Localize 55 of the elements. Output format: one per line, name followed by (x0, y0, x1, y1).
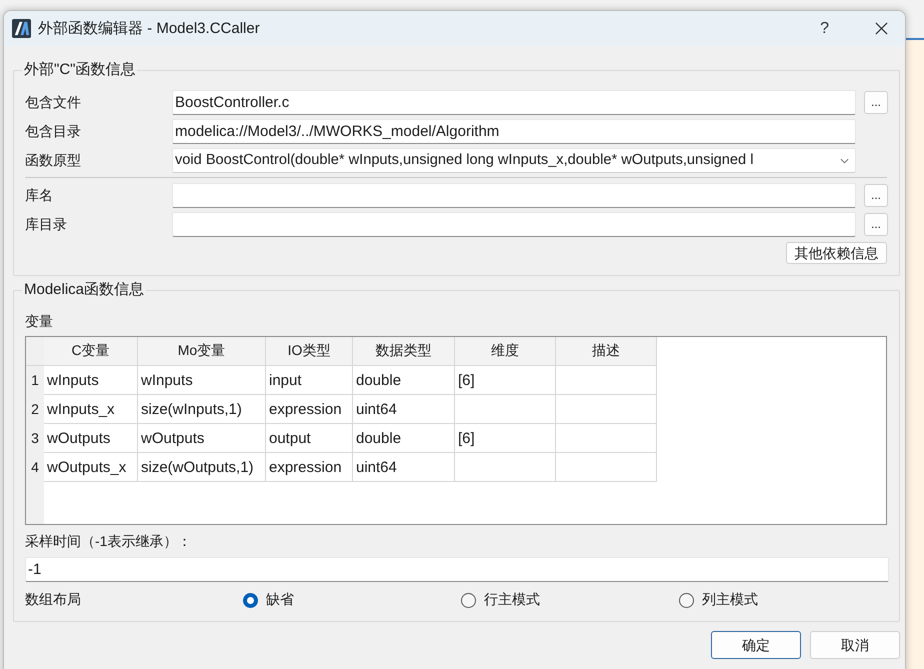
table-cell: input (266, 366, 352, 394)
table-cell: [6] (454, 424, 556, 452)
radio-option[interactable]: 缺省 (243, 591, 461, 609)
window-title: 外部函数编辑器 - Model3.CCaller (38, 19, 261, 38)
text-field[interactable] (172, 212, 856, 237)
table-cell: double (352, 424, 454, 452)
table-cell: expression (266, 452, 352, 482)
text-field[interactable]: -1 (25, 557, 889, 582)
column-header[interactable]: 数据类型 (352, 337, 454, 366)
group-title: Modelica函数信息 (23, 280, 146, 300)
table-cell: uint64 (352, 452, 454, 482)
field-label: 包含文件 (25, 94, 82, 112)
field-label: 包含目录 (25, 122, 82, 140)
radio-option[interactable]: 列主模式 (679, 591, 897, 609)
text-field[interactable] (172, 183, 856, 208)
table-cell: size(wInputs,1) (138, 394, 266, 424)
other-dependencies-button[interactable]: 其他依赖信息 (786, 242, 887, 264)
browse-button[interactable]: ... (864, 213, 888, 236)
table-cell: expression (266, 394, 352, 424)
field-label: 库名 (25, 186, 54, 204)
table-cell: size(wOutputs,1) (138, 452, 266, 482)
table-cell: double (352, 366, 454, 394)
field-label: 采样时间（-1表示继承）： (25, 532, 192, 550)
close-icon[interactable] (875, 22, 888, 35)
chevron-down-icon (840, 158, 849, 164)
table-cell: uint64 (352, 394, 454, 424)
column-header[interactable]: Mo变量 (138, 337, 266, 366)
ok-button[interactable]: 确定 (711, 631, 801, 659)
column-header[interactable]: 维度 (454, 337, 556, 366)
group-title: 外部"C"函数信息 (23, 60, 136, 80)
app-logo-icon (12, 19, 31, 38)
text-field[interactable]: BoostController.c (172, 90, 856, 115)
table-cell: output (266, 424, 352, 452)
table-cell: wOutputs (44, 424, 138, 452)
table-cell: wInputs (44, 366, 138, 394)
radio-option[interactable]: 行主模式 (461, 591, 679, 609)
help-button[interactable]: ? (816, 18, 833, 38)
browse-button[interactable]: ... (864, 184, 888, 207)
column-header[interactable]: C变量 (44, 337, 138, 366)
browse-button[interactable]: ... (864, 91, 888, 114)
section-label: 变量 (25, 312, 54, 330)
field-label: 数组布局 (25, 591, 82, 609)
row-number: 1 (26, 366, 44, 394)
cancel-button[interactable]: 取消 (810, 631, 900, 659)
table-cell: wInputs (138, 366, 266, 394)
field-label: 库目录 (25, 216, 68, 234)
text-field[interactable]: modelica://Model3/../MWORKS_model/Algorithm (172, 119, 856, 144)
table-cell: [6] (454, 366, 556, 394)
column-header[interactable]: 描述 (556, 337, 656, 366)
table-cell: wOutputs (138, 424, 266, 452)
table-cell: wOutputs_x (44, 452, 138, 482)
field-label: 函数原型 (25, 152, 82, 170)
column-header[interactable]: IO类型 (266, 337, 352, 366)
table-cell: wInputs_x (44, 394, 138, 424)
dropdown[interactable]: void BoostControl(double* wInputs,unsigned long wInputs_x,double* wOutputs,unsigned l (172, 148, 856, 173)
